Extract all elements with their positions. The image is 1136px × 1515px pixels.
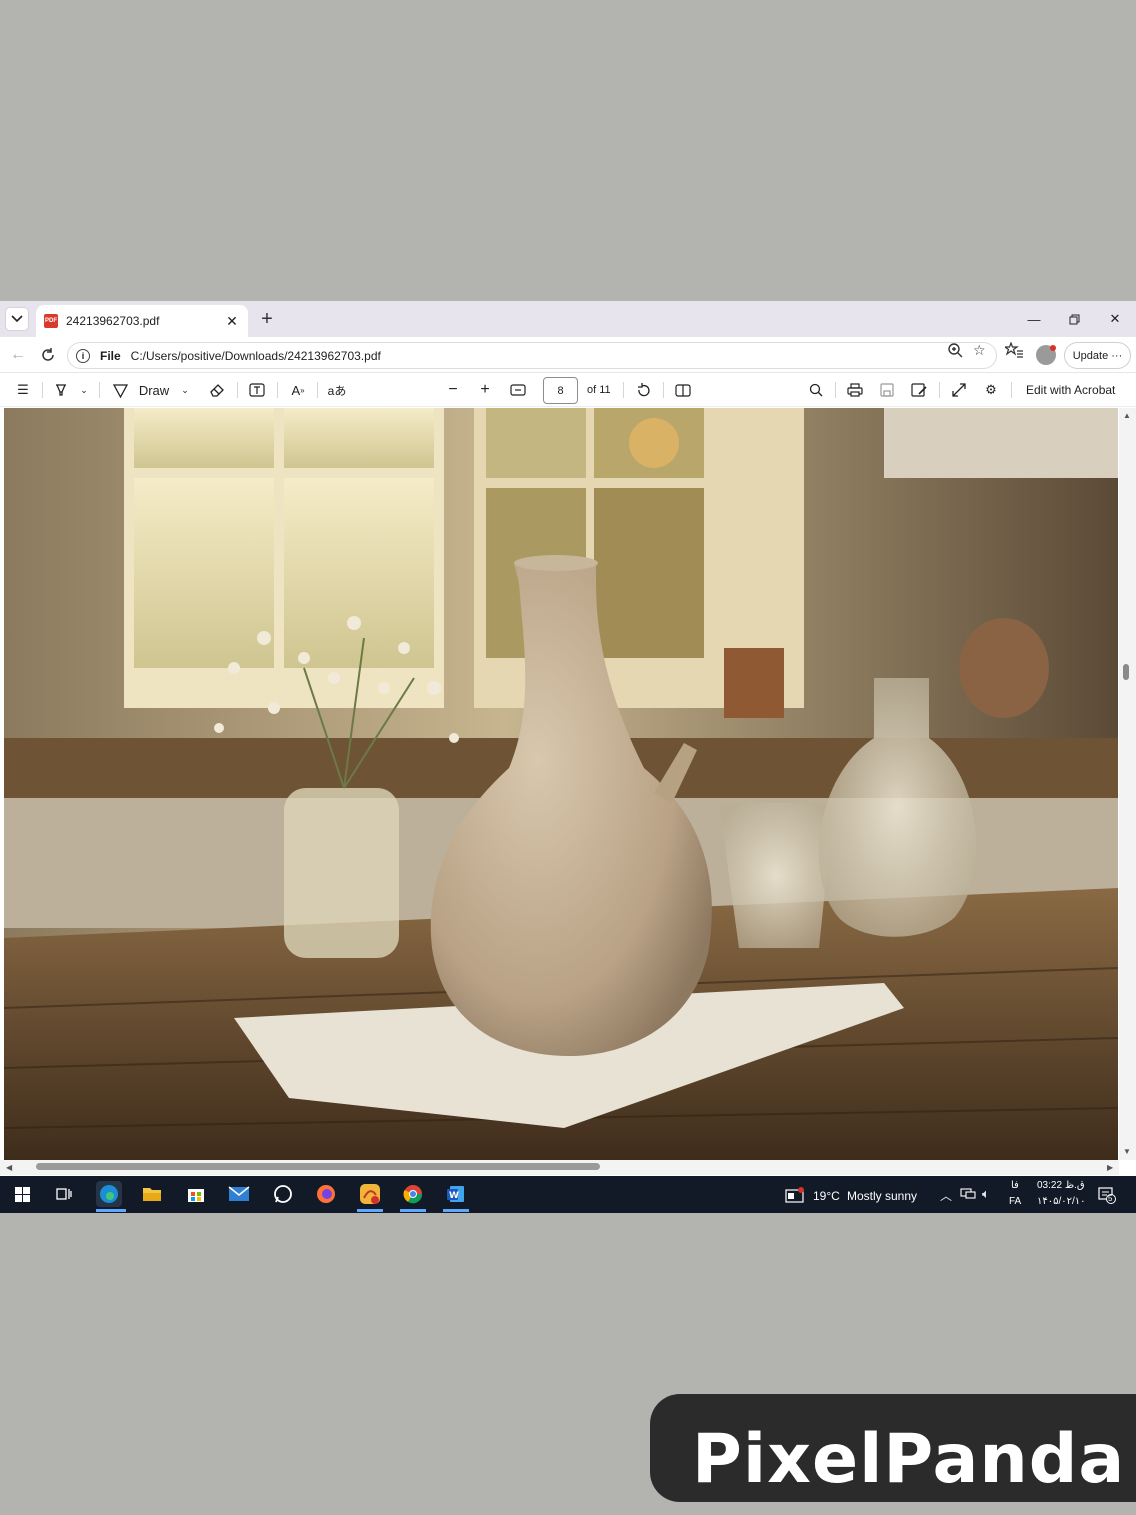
clock-time[interactable]: 03:22 ق.ظ <box>1037 1180 1085 1191</box>
read-aloud-icon[interactable]: A» <box>288 381 308 399</box>
word-icon[interactable]: W <box>443 1181 469 1207</box>
highlight-chevron-icon[interactable]: ⌄ <box>78 381 90 399</box>
firefox-icon[interactable] <box>313 1181 339 1207</box>
language-fa-script[interactable]: فا <box>1011 1180 1019 1191</box>
tab-actions-button[interactable] <box>5 307 29 331</box>
url-path: C:/Users/positive/Downloads/24213962703.… <box>130 348 381 363</box>
weather-text[interactable]: Mostly sunny <box>847 1189 917 1203</box>
highlight-icon[interactable] <box>52 381 70 399</box>
minimize-icon[interactable]: — <box>1024 309 1044 329</box>
favorite-star-icon[interactable]: ☆ <box>973 342 986 359</box>
horizontal-scroll-thumb[interactable] <box>36 1163 600 1170</box>
vertical-scrollbar[interactable] <box>1119 408 1136 1160</box>
draw-chevron-icon[interactable]: ⌄ <box>179 381 191 399</box>
windows-start-icon[interactable] <box>9 1181 35 1207</box>
word-active-indicator <box>443 1209 469 1212</box>
url-scheme: File <box>100 348 121 363</box>
update-label: Update <box>1072 349 1109 362</box>
tab-title: 24213962703.pdf <box>66 314 160 328</box>
settings-gear-icon[interactable]: ⚙ <box>981 381 1001 399</box>
print-icon[interactable] <box>845 381 865 399</box>
weather-temp[interactable]: 19°C <box>813 1189 840 1203</box>
taskbar: W 19°C Mostly sunny ︿ 🔈︎ فا FA 03:22 ق.ظ… <box>0 1176 1136 1213</box>
weather-icon[interactable] <box>785 1187 805 1206</box>
contents-list-icon[interactable]: ☰ <box>14 381 32 399</box>
file-explorer-icon[interactable] <box>139 1181 165 1207</box>
save-as-icon[interactable] <box>909 381 929 399</box>
back-icon[interactable]: ← <box>8 345 28 365</box>
restore-icon[interactable] <box>1064 309 1084 329</box>
page-view-icon[interactable] <box>673 381 693 399</box>
site-info-icon[interactable]: i <box>76 348 90 363</box>
pdf-page-image <box>4 408 1118 1160</box>
more-icon: ··· <box>1111 349 1123 362</box>
close-window-icon[interactable]: ✕ <box>1105 309 1125 329</box>
scroll-up-icon[interactable]: ▲ <box>1123 411 1131 420</box>
notification-count: 5 <box>1108 1194 1113 1203</box>
network-icon[interactable] <box>960 1187 976 1204</box>
scroll-down-icon[interactable]: ▼ <box>1123 1147 1131 1156</box>
tab-pdf[interactable]: PDF 24213962703.pdf ✕ <box>36 305 248 337</box>
zoom-out-icon[interactable]: − <box>445 381 461 399</box>
save-icon[interactable] <box>877 381 897 399</box>
fit-page-icon[interactable] <box>508 381 528 399</box>
zoom-in-icon[interactable]: + <box>477 381 493 399</box>
new-tab-button[interactable]: + <box>256 308 278 330</box>
svg-text:W: W <box>449 1191 459 1201</box>
volume-icon[interactable]: 🔈︎ <box>982 1186 990 1202</box>
store-icon[interactable] <box>183 1181 209 1207</box>
whatsapp-icon[interactable] <box>270 1181 296 1207</box>
edge-active-indicator <box>96 1209 126 1212</box>
show-hidden-icons-chevron-icon[interactable]: ︿ <box>940 1187 952 1204</box>
watermark-text: PixelPanda <box>692 1420 1126 1499</box>
edit-with-acrobat-button[interactable]: Edit with Acrobat <box>1026 383 1115 397</box>
pdf-file-icon: PDF <box>44 314 58 328</box>
scroll-right-icon[interactable]: ▶ <box>1107 1163 1113 1172</box>
kitchen-vase-photo <box>4 408 1118 1160</box>
draw-icon[interactable] <box>110 381 130 399</box>
browser-window: PDF 24213962703.pdf ✕ + — ✕ ← i File C:/… <box>0 301 1136 1213</box>
clock-date[interactable]: ۱۴۰۵/۰۲/۱۰ <box>1037 1196 1086 1207</box>
chevron-down-icon <box>11 315 23 323</box>
search-icon[interactable] <box>806 381 826 399</box>
scroll-left-icon[interactable]: ◀ <box>6 1163 12 1172</box>
page-count: of 11 <box>587 384 611 396</box>
address-input[interactable]: i File C:/Users/positive/Downloads/24213… <box>67 342 997 369</box>
photos-icon[interactable] <box>357 1181 383 1207</box>
edge-icon[interactable] <box>96 1181 122 1207</box>
profile-alert-dot <box>1050 345 1056 351</box>
mail-icon[interactable] <box>226 1181 252 1207</box>
page-number-input[interactable]: 8 <box>543 377 578 404</box>
chrome-active-indicator <box>400 1209 426 1212</box>
text-box-icon[interactable] <box>247 381 267 399</box>
translate-button[interactable]: aあ <box>326 381 348 399</box>
task-view-icon[interactable] <box>51 1181 77 1207</box>
favorites-icon[interactable] <box>1003 341 1023 361</box>
draw-button[interactable]: Draw <box>138 381 170 399</box>
vertical-scroll-thumb[interactable] <box>1123 664 1129 680</box>
update-button[interactable]: Update ··· <box>1064 342 1131 369</box>
photos-active-indicator <box>357 1209 383 1212</box>
rotate-icon[interactable] <box>633 381 653 399</box>
refresh-icon[interactable] <box>38 345 58 365</box>
notifications-icon[interactable] <box>1098 1186 1116 1207</box>
fullscreen-icon[interactable] <box>949 381 969 399</box>
address-bar-row: ← i File C:/Users/positive/Downloads/242… <box>0 337 1136 373</box>
chrome-icon[interactable] <box>400 1181 426 1207</box>
tab-strip: PDF 24213962703.pdf ✕ + — ✕ <box>0 301 1136 337</box>
close-tab-icon[interactable]: ✕ <box>224 313 240 329</box>
zoom-icon[interactable] <box>947 342 963 361</box>
pdf-toolbar: ☰ ⌄ Draw ⌄ A» aあ − + 8 of 11 ⚙ Edit with… <box>0 373 1136 407</box>
eraser-icon[interactable] <box>207 381 227 399</box>
language-fa[interactable]: FA <box>1009 1196 1021 1207</box>
